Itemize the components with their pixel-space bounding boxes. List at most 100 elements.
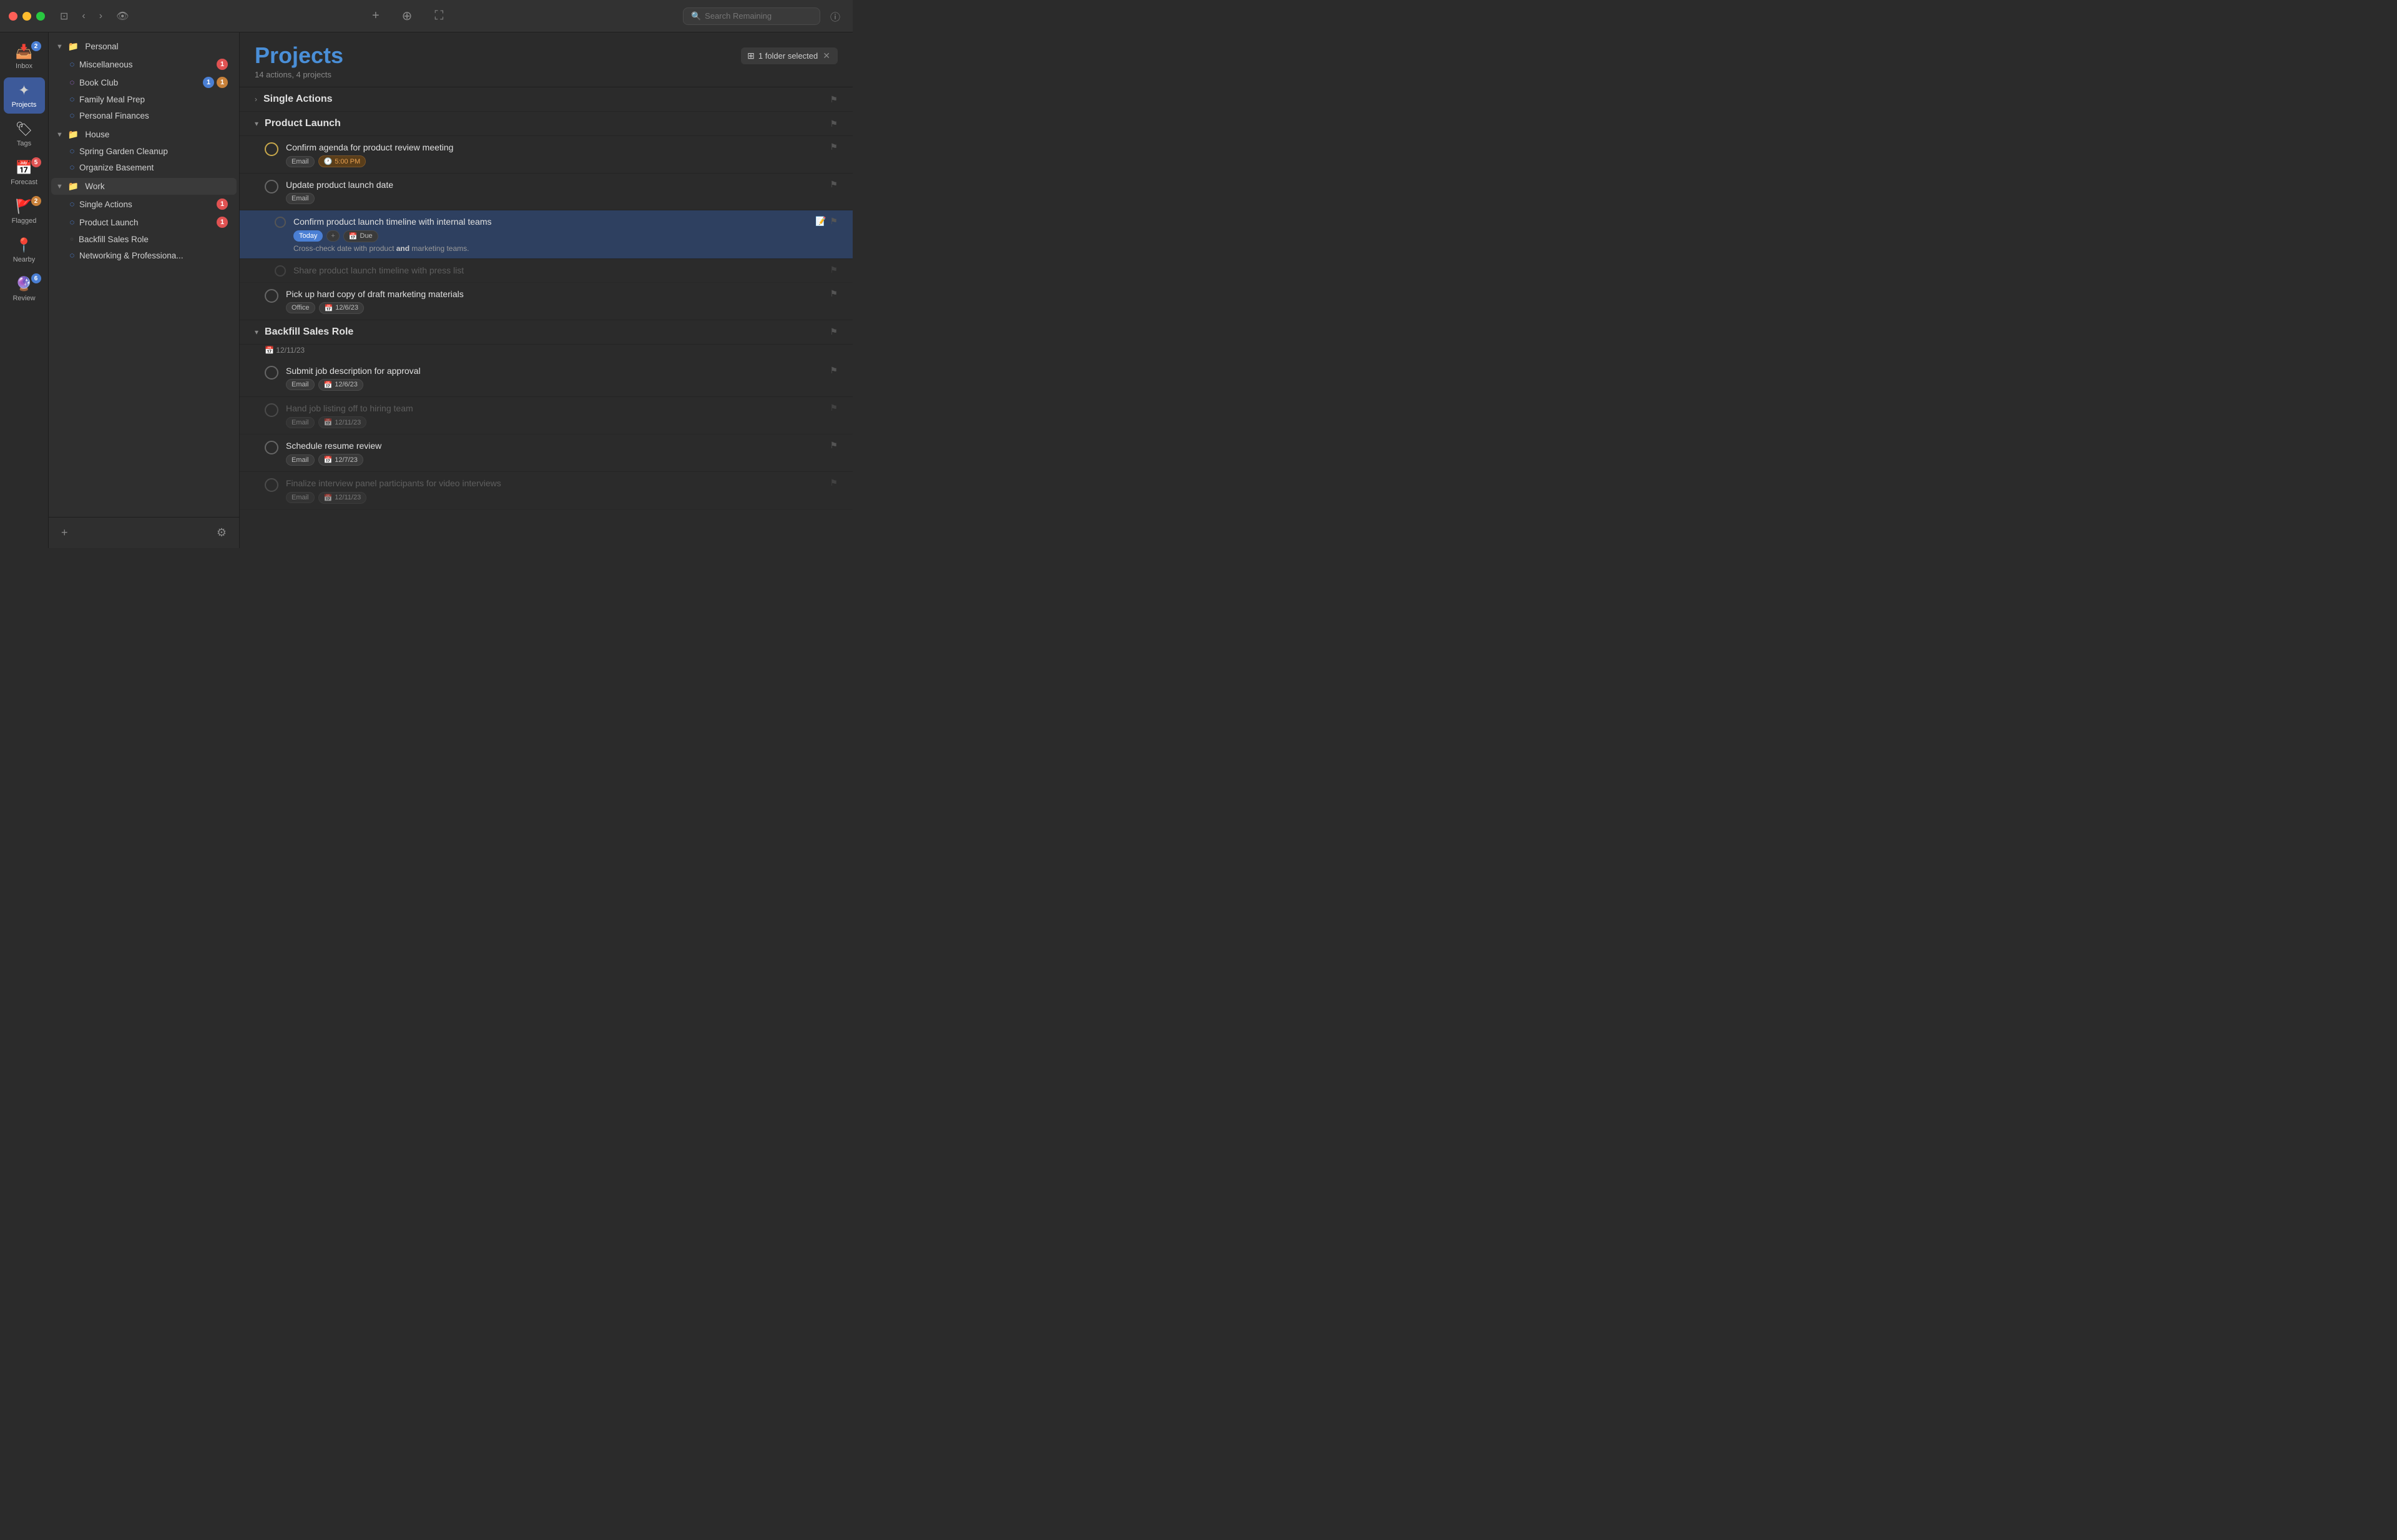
share-timeline-checkbox[interactable] [275,265,286,277]
nav-item-single-actions[interactable]: ⬡ Single Actions 1 [52,195,235,213]
forward-button[interactable]: › [96,8,106,24]
share-timeline-flag-icon[interactable]: ⚑ [830,265,838,275]
minimize-button[interactable] [22,12,31,21]
nav-item-book-club[interactable]: ⬡ Book Club 1 1 [52,74,235,91]
task-schedule-resume[interactable]: Schedule resume review Email 📅 12/7/23 ⚑ [240,434,853,472]
book-club-badge1: 1 [203,77,214,88]
folder-house[interactable]: ▼ 📁 House [51,126,237,143]
pickup-marketing-office-tag[interactable]: Office [286,302,315,313]
close-button[interactable] [9,12,17,21]
schedule-resume-checkbox[interactable] [265,441,278,454]
sidebar-item-nearby[interactable]: 📍 Nearby [4,232,45,268]
confirm-timeline-today-pill: Today [293,230,323,242]
nav-item-miscellaneous[interactable]: ⬡ Miscellaneous 1 [52,56,235,73]
nav-item-personal-finances[interactable]: ⬡ Personal Finances [52,108,235,124]
nav-item-family-meal-prep[interactable]: ⬡ Family Meal Prep [52,92,235,107]
maximize-button[interactable] [36,12,45,21]
nearby-label: Nearby [13,256,35,263]
clock-icon: 🕐 [324,157,333,165]
pickup-marketing-title: Pick up hard copy of draft marketing mat… [286,288,823,300]
subtask-confirm-timeline[interactable]: Confirm product launch timeline with int… [240,210,853,258]
titlebar: ⊡ ‹ › 👁 + ⊕ ⛶ 🔍 ⓘ [0,0,853,32]
nav-item-spring-garden[interactable]: ⬡ Spring Garden Cleanup [52,144,235,159]
update-launch-date-content: Update product launch date Email [286,179,823,204]
sidebar-item-projects[interactable]: ✦ Projects [4,77,45,114]
work-folder-icon: 📁 [68,181,79,192]
folder-selected-close[interactable]: ✕ [821,51,831,61]
main-layout: 2 📥 Inbox ✦ Projects 🏷 Tags 5 📅 Forecast… [0,32,853,548]
submit-job-checkbox[interactable] [265,366,278,380]
hand-listing-checkbox[interactable] [265,403,278,417]
finalize-panel-flag-icon[interactable]: ⚑ [830,478,838,488]
work-folder-label: Work [85,182,104,191]
hand-listing-email-tag[interactable]: Email [286,417,315,428]
task-confirm-agenda[interactable]: Confirm agenda for product review meetin… [240,136,853,174]
folder-work[interactable]: ▼ 📁 Work [51,178,237,195]
search-input[interactable] [705,11,812,21]
schedule-resume-email-tag[interactable]: Email [286,454,315,466]
sidebar-icons: 2 📥 Inbox ✦ Projects 🏷 Tags 5 📅 Forecast… [0,32,49,548]
sidebar-item-review[interactable]: 6 🔮 Review [4,271,45,307]
task-update-launch-date[interactable]: Update product launch date Email ⚑ [240,174,853,210]
section-single-actions[interactable]: › Single Actions ⚑ [240,87,853,112]
confirm-timeline-plus-icon[interactable]: + [326,230,339,242]
pickup-marketing-flag-icon[interactable]: ⚑ [830,288,838,299]
review-icon: 🔮 [16,276,32,292]
back-button[interactable]: ‹ [78,8,89,24]
task-finalize-panel[interactable]: Finalize interview panel participants fo… [240,472,853,509]
confirm-agenda-email-tag[interactable]: Email [286,156,315,167]
info-button[interactable]: ⓘ [826,6,844,26]
confirm-agenda-checkbox[interactable] [265,142,278,156]
confirm-timeline-checkbox[interactable] [275,217,286,228]
update-launch-email-tag[interactable]: Email [286,193,315,204]
nav-item-product-launch[interactable]: ⬡ Product Launch 1 [52,213,235,231]
task-submit-job[interactable]: Submit job description for approval Emai… [240,360,853,397]
confirm-agenda-time: 🕐 5:00 PM [318,155,366,167]
finalize-panel-checkbox[interactable] [265,478,278,492]
flagged-label: Flagged [12,217,37,225]
sidebar-item-inbox[interactable]: 2 📥 Inbox [4,39,45,75]
sidebar-nav: ▼ 📁 Personal ⬡ Miscellaneous 1 ⬡ Book Cl… [49,32,240,548]
submit-job-flag-icon[interactable]: ⚑ [830,365,838,376]
task-pickup-marketing[interactable]: Pick up hard copy of draft marketing mat… [240,283,853,320]
update-launch-flag-icon[interactable]: ⚑ [830,179,838,190]
settings-button[interactable]: ⚙ [212,524,232,542]
confirm-timeline-meta: Today + 📅 Due [293,230,809,242]
sidebar-item-tags[interactable]: 🏷 Tags [4,116,45,152]
nav-item-networking[interactable]: ⬡ Networking & Professiona... [52,248,235,263]
sidebar-item-forecast[interactable]: 5 📅 Forecast [4,155,45,191]
finalize-panel-email-tag[interactable]: Email [286,492,315,503]
backfill-sales-label: Backfill Sales Role [79,235,149,244]
update-launch-date-checkbox[interactable] [265,180,278,194]
confirm-agenda-flag-icon[interactable]: ⚑ [830,142,838,152]
book-club-label: Book Club [79,78,118,87]
section-backfill-sales[interactable]: ▾ Backfill Sales Role ⚑ [240,320,853,345]
schedule-resume-flag-icon[interactable]: ⚑ [830,440,838,451]
pickup-marketing-content: Pick up hard copy of draft marketing mat… [286,288,823,314]
product-launch-dot-icon: ⬡ [70,220,74,225]
task-hand-listing[interactable]: Hand job listing off to hiring team Emai… [240,397,853,434]
folder-personal[interactable]: ▼ 📁 Personal [51,38,237,55]
add-item-button[interactable]: + [367,6,385,26]
section-product-launch[interactable]: ▾ Product Launch ⚑ [240,112,853,136]
submit-job-email-tag[interactable]: Email [286,379,315,390]
networking-dot-icon: ⬡ [70,253,74,258]
sidebar-item-flagged[interactable]: 2 🚩 Flagged [4,194,45,230]
nav-item-organize-basement[interactable]: ⬡ Organize Basement [52,160,235,175]
search-box: 🔍 [683,7,820,25]
add-project-button[interactable]: + [56,524,73,542]
backfill-sales-section-title: Backfill Sales Role [265,326,830,338]
pickup-marketing-checkbox[interactable] [265,289,278,303]
hand-listing-flag-icon[interactable]: ⚑ [830,403,838,413]
confirm-timeline-flag-icon[interactable]: ⚑ [830,216,838,227]
spring-garden-label: Spring Garden Cleanup [79,147,168,156]
pickup-cal-icon: 📅 [325,304,333,312]
preview-button[interactable]: 👁 [112,7,132,25]
inbox-add-button[interactable]: ⊕ [397,6,418,26]
fullscreen-button[interactable]: ⛶ [429,6,448,26]
nav-item-backfill-sales[interactable]: ○ Backfill Sales Role [52,232,235,247]
subtask-share-timeline[interactable]: Share product launch timeline with press… [240,259,853,283]
sidebar-toggle-button[interactable]: ⊡ [56,7,72,25]
submit-job-title: Submit job description for approval [286,365,823,376]
single-actions-dot-icon: ⬡ [70,202,74,207]
